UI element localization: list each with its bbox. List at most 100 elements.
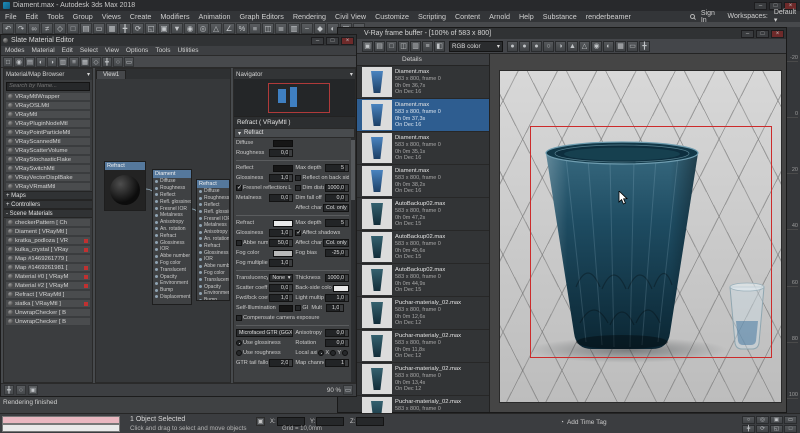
slot-socket-icon[interactable] [155, 275, 158, 278]
browser-header[interactable]: Material/Map Browser▾ [4, 69, 92, 80]
scene-material-item[interactable]: UnwrapChecker [ B [5, 308, 91, 317]
node-title[interactable]: Diament [153, 170, 191, 178]
history-row[interactable]: AutoBackup02.max 583 x 800, frame 0 0h 0… [338, 264, 489, 297]
slot-socket-icon[interactable] [155, 214, 158, 217]
orbit-icon[interactable]: ⟳ [756, 425, 769, 433]
slot-socket-icon[interactable] [155, 234, 158, 237]
menu-item[interactable]: File [5, 12, 17, 21]
material-node-diament[interactable]: Diament DiffuseRoughnessReflectRefl. glo… [152, 169, 192, 305]
selection-region-icon[interactable]: ▭ [93, 23, 105, 34]
menu-item[interactable]: Rendering [293, 12, 326, 21]
slate-menu-item[interactable]: Utilities [178, 47, 199, 54]
browser-material-item[interactable]: VRayStochasticFlake [5, 155, 91, 164]
node-slot[interactable]: Environment [153, 280, 191, 287]
select-object-icon[interactable]: □ [67, 23, 79, 34]
zoom-region-icon[interactable]: ▭ [124, 57, 134, 67]
node-slot[interactable]: IOR [153, 246, 191, 253]
menu-item[interactable]: Substance [543, 12, 577, 21]
menu-item[interactable]: Customize [375, 12, 409, 21]
select-place-icon[interactable]: ▣ [158, 23, 170, 34]
vfb-render-view[interactable] [490, 54, 786, 412]
green-channel-icon[interactable]: ● [519, 41, 530, 52]
vfb-minimize-button[interactable]: – [741, 30, 754, 38]
mirror-icon[interactable]: ◫ [262, 23, 274, 34]
slate-titlebar[interactable]: Slate Material Editor – □ × [1, 35, 356, 46]
browser-material-item[interactable]: VRayScatterVolume [5, 146, 91, 155]
node-slot[interactable]: Bump [197, 297, 229, 300]
slate-menu-item[interactable]: Select [80, 47, 98, 54]
node-slot[interactable]: Refract [153, 232, 191, 239]
light-multiplier-spinner[interactable]: 1,0 [325, 294, 349, 302]
node-slot[interactable]: Reflect [197, 202, 229, 209]
slot-socket-icon[interactable] [199, 299, 202, 300]
slate-close-button[interactable]: × [341, 37, 354, 45]
color-clamp-icon[interactable]: ▲ [567, 41, 578, 52]
history-row[interactable]: Diament.max 583 x 800, frame 0 0h 0m 36,… [338, 66, 489, 99]
reflect-glossiness-spinner[interactable]: 1,0 [269, 174, 293, 182]
slot-socket-icon[interactable] [155, 180, 158, 183]
abbe-number-checkbox[interactable] [236, 240, 242, 246]
fwd-bck-coeff-spinner[interactable]: 1,0 [269, 294, 293, 302]
layer-manager-icon[interactable]: ▥ [288, 23, 300, 34]
slot-socket-icon[interactable] [155, 221, 158, 224]
menu-item[interactable]: Edit [26, 12, 38, 21]
select-manipulate-icon[interactable]: ◎ [197, 23, 209, 34]
node-slot[interactable]: Roughness [197, 195, 229, 202]
scene-material-item[interactable]: kratka_podloza [ VR [5, 236, 91, 245]
scene-material-item[interactable]: checkerPattern [ Ch [5, 218, 91, 227]
save-image-icon[interactable]: ▣ [362, 41, 373, 52]
dim-falloff-spinner[interactable]: 0,0 [325, 194, 349, 202]
tab-view1[interactable]: View1 [96, 70, 126, 79]
menu-item[interactable]: Views [102, 12, 121, 21]
align-icon[interactable]: ≣ [275, 23, 287, 34]
slot-socket-icon[interactable] [199, 278, 202, 281]
history-header[interactable]: Details [338, 54, 489, 66]
browser-material-item[interactable]: VRayMtl [5, 110, 91, 119]
node-slot[interactable]: Opacity [197, 283, 229, 290]
rendered-image[interactable] [500, 71, 781, 402]
compare-ab-icon[interactable]: ◧ [434, 41, 445, 52]
scatter-coeff-spinner[interactable]: 0,0 [269, 284, 293, 292]
slate-select-icon[interactable]: □ [3, 57, 13, 67]
node-slot[interactable]: Environment [197, 290, 229, 297]
bind-spacewarp-icon[interactable]: ◇ [54, 23, 66, 34]
scene-material-item[interactable]: Diament [ VRayMtl ] [5, 227, 91, 236]
slate-zoom-icon[interactable]: ○ [16, 385, 26, 395]
pick-material-icon[interactable]: ◉ [14, 57, 24, 67]
white-balance-icon[interactable]: ◐ [603, 41, 614, 52]
node-slot[interactable]: Fog color [197, 270, 229, 277]
navigator-minimap[interactable] [234, 79, 355, 117]
browser-material-item[interactable]: VRayPluginNodeMtl [5, 119, 91, 128]
slot-socket-icon[interactable] [155, 241, 158, 244]
menu-item[interactable]: Graph Editors [240, 12, 284, 21]
slot-socket-icon[interactable] [199, 210, 202, 213]
diffuse-color-swatch[interactable] [273, 140, 293, 147]
slot-socket-icon[interactable] [155, 193, 158, 196]
curve-editor-icon[interactable]: ~ [301, 23, 313, 34]
workspaces-dropdown[interactable]: Default ▾ [774, 9, 800, 24]
affect-shadows-checkbox[interactable] [295, 230, 301, 236]
dim-distance-spinner[interactable]: 1000,0 [325, 184, 349, 192]
slot-socket-icon[interactable] [199, 271, 202, 274]
maximize-viewport-icon[interactable]: □ [784, 425, 797, 433]
reflect-max-depth-spinner[interactable]: 5 [325, 164, 349, 172]
node-view[interactable]: View1 Refract Diament DiffuseRoughnessRe… [95, 68, 231, 383]
browser-material-item[interactable]: VRayScannedMtl [5, 137, 91, 146]
select-rotate-icon[interactable]: ⟳ [132, 23, 144, 34]
slot-socket-icon[interactable] [199, 258, 202, 261]
self-illumination-swatch[interactable] [279, 305, 293, 312]
fresnel-lock-toggle[interactable]: L [288, 185, 293, 191]
brdf-type-dropdown[interactable]: Microfaced GTR (GGX)▾ [236, 329, 293, 337]
node-slot[interactable]: Refl. glossiness [197, 208, 229, 215]
zoom-extents-icon[interactable]: ▣ [770, 416, 783, 424]
slot-socket-icon[interactable] [155, 200, 158, 203]
node-slot[interactable]: Reflect [153, 192, 191, 199]
refract-color-swatch[interactable] [273, 220, 293, 227]
use-glossiness-radio[interactable] [236, 340, 242, 346]
scene-material-item[interactable]: kulka_crystal [ VRay [5, 245, 91, 254]
slot-socket-icon[interactable] [199, 292, 202, 295]
vfb-maximize-button[interactable]: □ [756, 30, 769, 38]
scene-material-item[interactable]: Refract [ VRayMtl ] [5, 290, 91, 299]
copy-clipboard-icon[interactable]: ▥ [410, 41, 421, 52]
layout-children-icon[interactable]: ▦ [80, 57, 90, 67]
